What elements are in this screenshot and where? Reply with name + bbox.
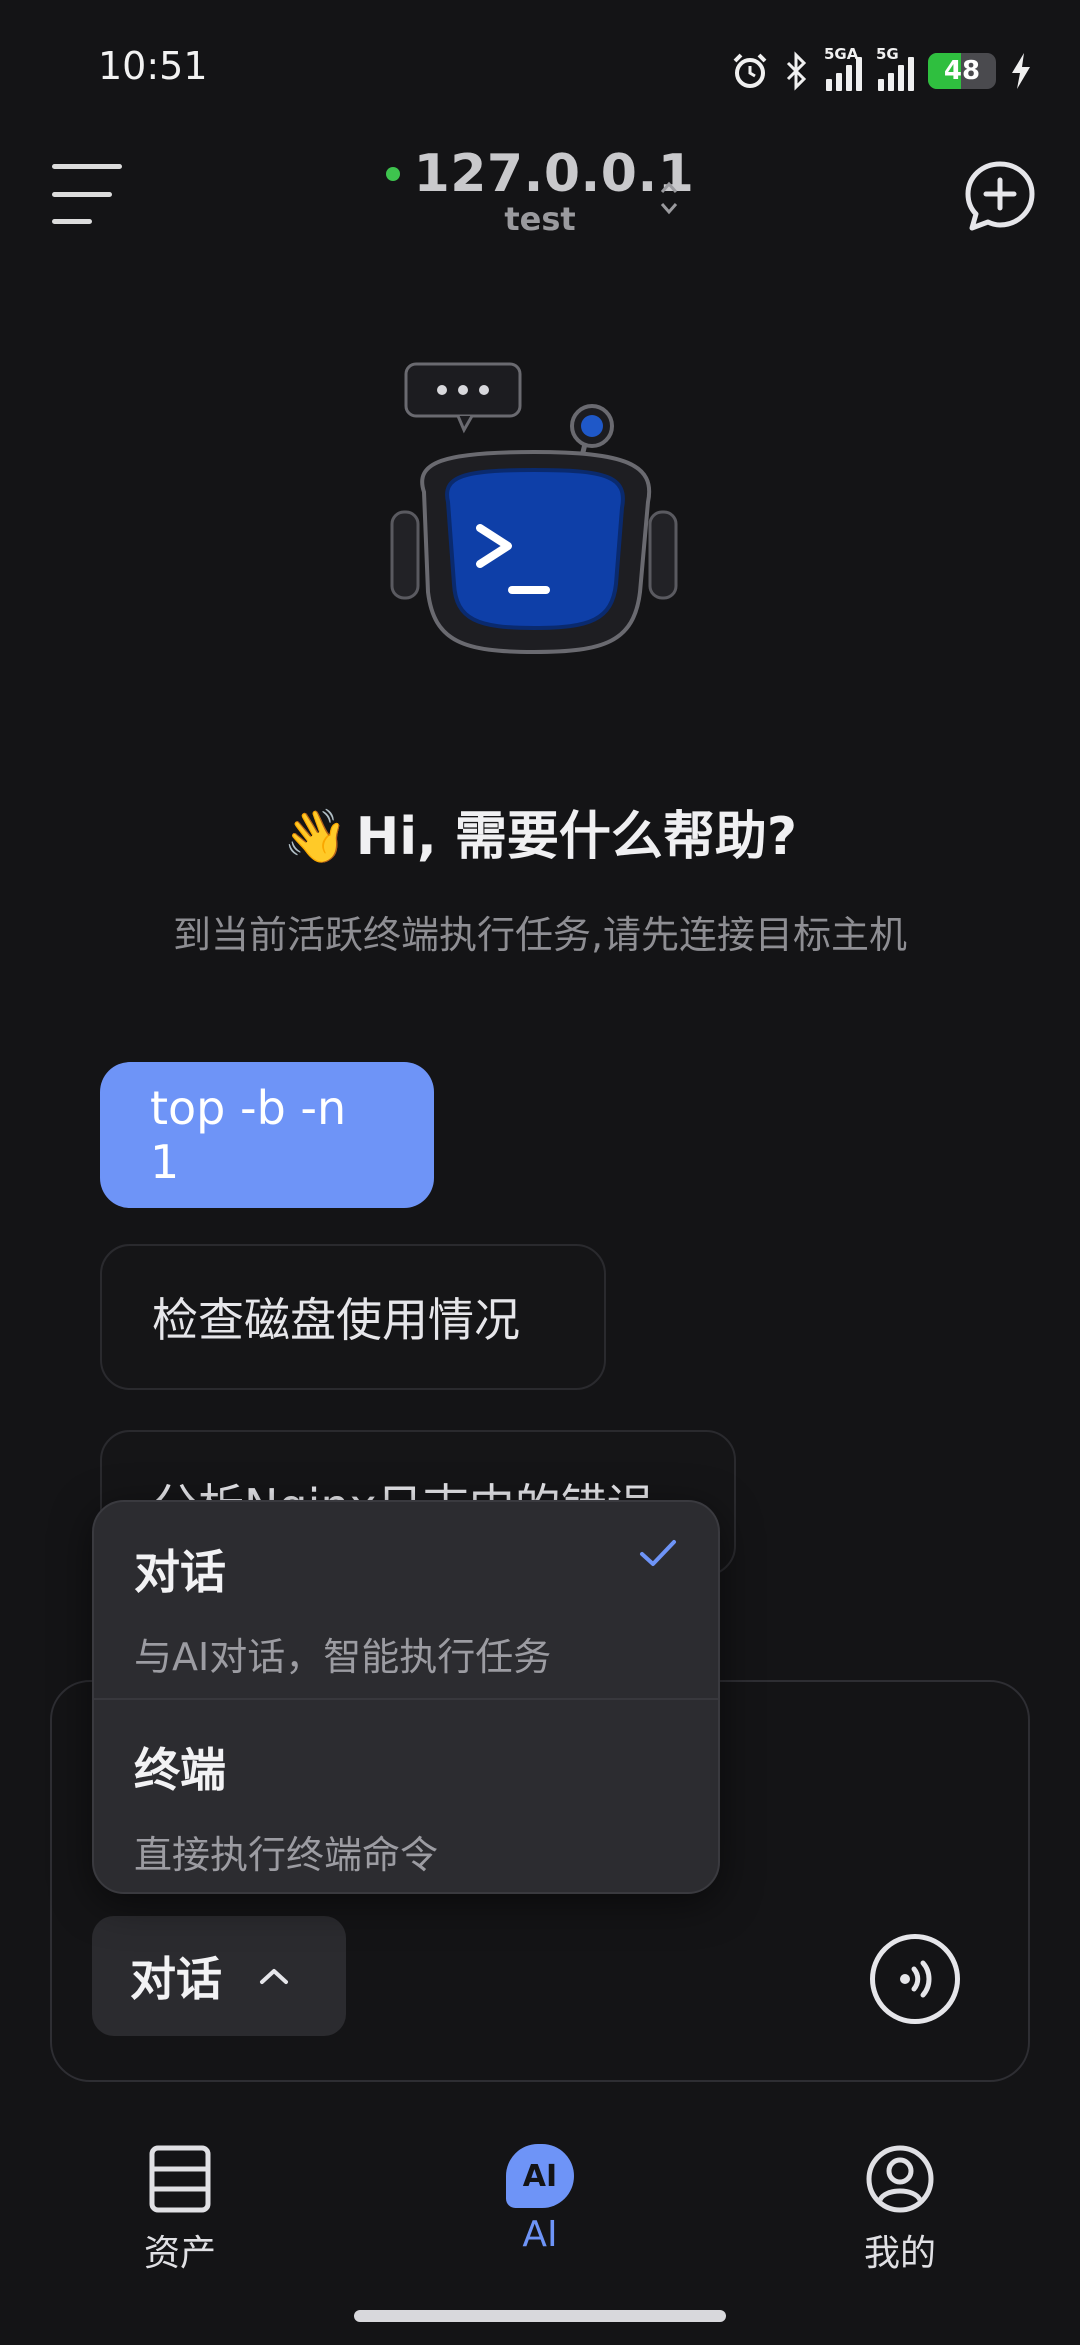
mode-option-title: 终端: [134, 1743, 226, 1797]
host-name: test: [504, 200, 576, 238]
nav-label: 我的: [863, 2233, 936, 2274]
greeting-text: Hi, 需要什么帮助?: [355, 807, 798, 867]
nav-item-assets[interactable]: 资产: [80, 2144, 280, 2276]
status-time: 10:51: [98, 44, 208, 88]
mode-option-title: 对话: [134, 1545, 226, 1599]
alarm-icon: [733, 53, 767, 88]
suggestion-chip[interactable]: 检查磁盘使用情况: [100, 1244, 606, 1390]
server-icon: [149, 2145, 211, 2213]
nav-label: AI: [522, 2214, 558, 2255]
nav-item-ai[interactable]: AI AI: [440, 2144, 640, 2255]
nav-label: 资产: [143, 2233, 216, 2274]
mode-option-description: 直接执行终端命令: [134, 1833, 439, 1877]
signal-5g-label: 5G: [876, 45, 899, 63]
wave-emoji: 👋: [282, 807, 348, 867]
check-icon: [640, 1540, 676, 1566]
charging-icon: [1012, 53, 1030, 89]
mode-select-label: 对话: [130, 1952, 222, 2006]
home-indicator[interactable]: [354, 2310, 726, 2322]
new-chat-icon[interactable]: [962, 158, 1038, 234]
ai-icon-text: AI: [522, 2158, 558, 2194]
host-ip: 127.0.0.1: [413, 144, 695, 204]
mode-dropdown-menu: 对话 与AI对话，智能执行任务 终端 直接执行终端命令: [92, 1500, 720, 1894]
battery-icon: 48: [928, 53, 996, 89]
voice-icon: [900, 1960, 932, 1998]
status-icons: 5GA 5G 48: [730, 45, 1032, 96]
ai-icon: AI: [506, 2144, 574, 2208]
terminal-robot-icon: [390, 362, 678, 655]
mode-option-chat[interactable]: 对话 与AI对话，智能执行任务: [94, 1502, 718, 1698]
host-selector[interactable]: 127.0.0.1 test: [0, 144, 1080, 238]
top-bar: 127.0.0.1 test: [0, 140, 1080, 280]
connection-status-dot: [385, 167, 400, 181]
mode-option-description: 与AI对话，智能执行任务: [134, 1635, 552, 1679]
mode-option-terminal[interactable]: 终端 直接执行终端命令: [94, 1698, 718, 1892]
signal-5ga-icon: 5GA: [824, 45, 862, 91]
status-bar: 10:51 5GA 5G 48: [0, 0, 1080, 140]
bottom-nav: 资产 AI AI 我的: [0, 2130, 1080, 2310]
signal-5g-icon: 5G: [876, 45, 914, 91]
greeting-subtitle: 到当前活跃终端执行任务,请先连接目标主机: [172, 913, 908, 957]
user-icon: [866, 2145, 934, 2213]
nav-item-me[interactable]: 我的: [800, 2144, 1000, 2276]
suggestion-chip[interactable]: top -b -n 1: [100, 1062, 434, 1208]
signal-5ga-label: 5GA: [824, 45, 859, 63]
mode-select-button[interactable]: 对话: [92, 1916, 346, 2036]
battery-level: 48: [943, 56, 981, 86]
greeting-heading: 👋 Hi, 需要什么帮助?: [0, 794, 1080, 869]
bluetooth-icon: [786, 51, 807, 91]
chevron-up-icon: [260, 1969, 288, 1984]
voice-button[interactable]: [870, 1934, 960, 2024]
chevron-updown-icon[interactable]: [658, 176, 680, 220]
